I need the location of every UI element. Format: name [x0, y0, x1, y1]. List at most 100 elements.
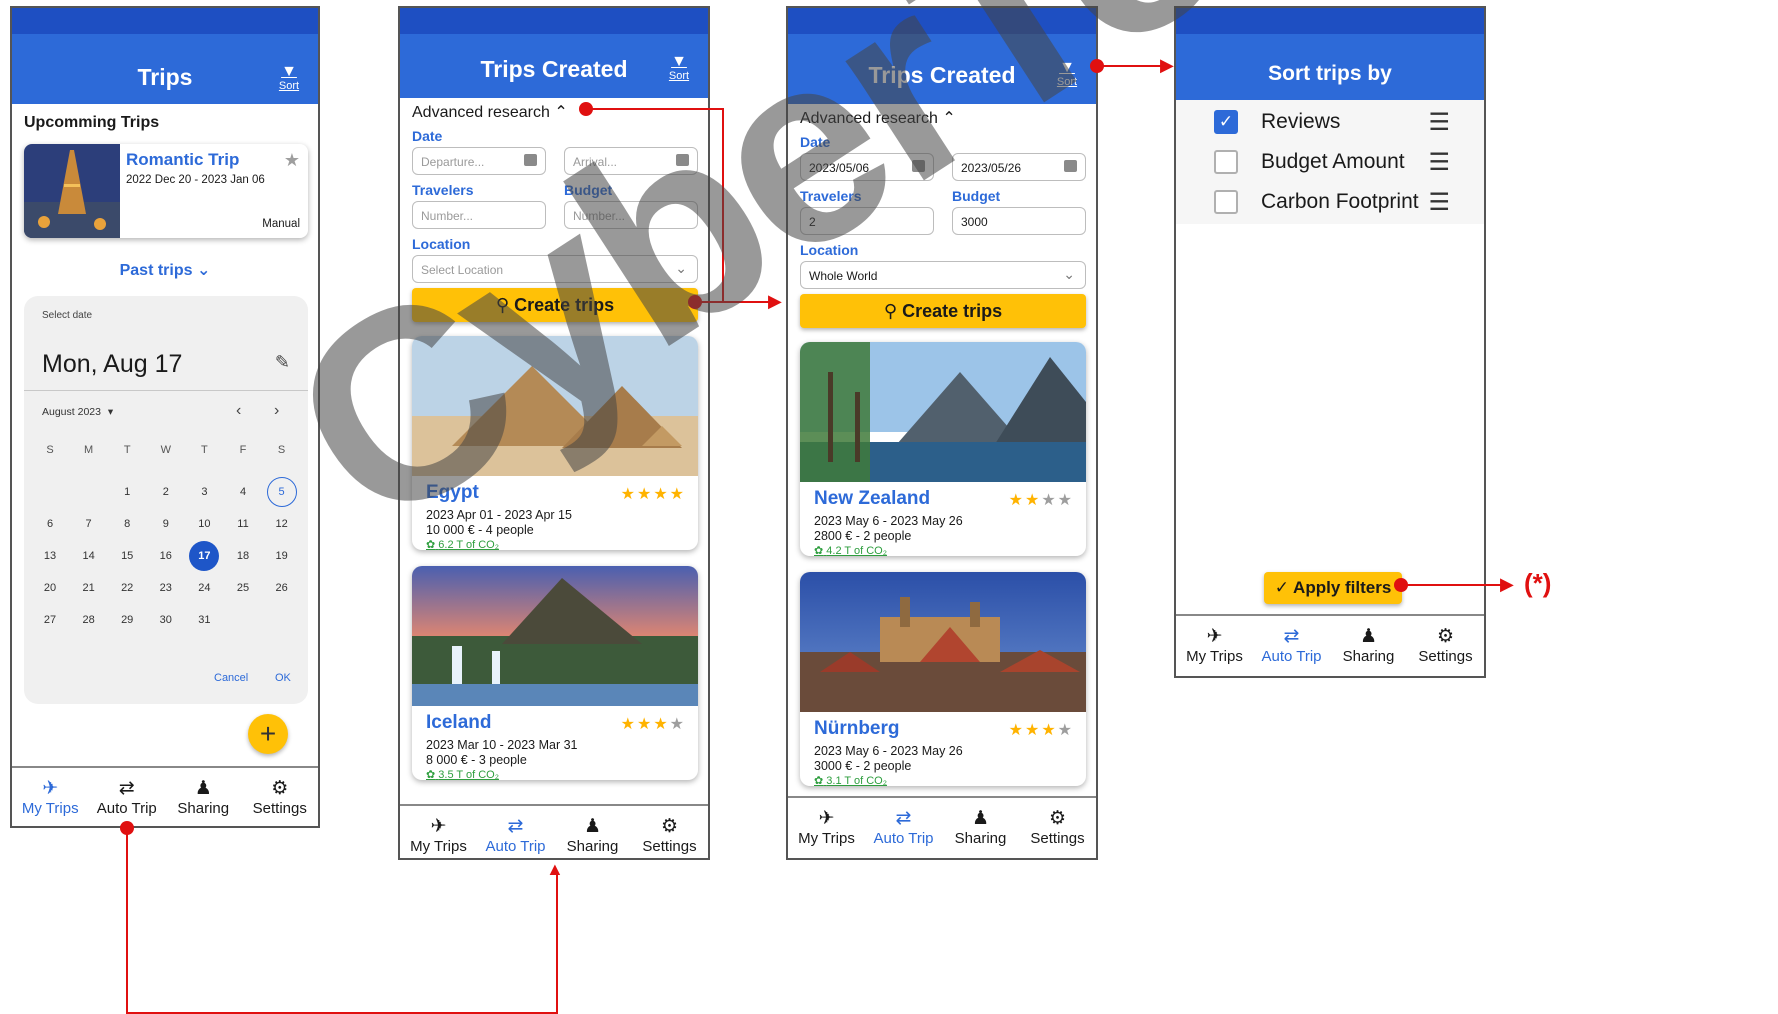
nav-label: Settings — [252, 800, 307, 817]
trip-co2[interactable]: ✿ 3.5 T of CO₂ — [426, 768, 499, 780]
sort-button[interactable]: ▼ Sort — [660, 54, 698, 83]
calendar-day[interactable]: 23 — [148, 573, 184, 603]
calendar-day[interactable]: 24 — [186, 573, 222, 603]
trip-co2[interactable]: ✿ 6.2 T of CO₂ — [426, 538, 499, 550]
budget-field[interactable]: 3000 — [952, 207, 1086, 235]
nav-my-trips[interactable]: ✈ My Trips — [400, 806, 477, 858]
past-trips-toggle[interactable]: Past trips ⌄ — [12, 260, 318, 280]
calendar-day[interactable]: 28 — [71, 605, 107, 635]
calendar-day[interactable]: 11 — [225, 509, 261, 539]
calendar-day[interactable]: 12 — [264, 509, 300, 539]
calendar-day[interactable]: 20 — [32, 573, 68, 603]
calendar-day[interactable]: 9 — [148, 509, 184, 539]
sort-button[interactable]: ▼ Sort — [1048, 59, 1086, 89]
star-icon: ★ — [1041, 722, 1058, 739]
star-icon[interactable]: ★ — [284, 150, 300, 171]
calendar-day[interactable]: 13 — [32, 541, 68, 571]
calendar-day-selected[interactable]: 17 — [189, 541, 220, 571]
trip-co2[interactable]: ✿ 3.1 T of CO₂ — [814, 774, 887, 786]
apply-filters-button[interactable]: ✓ Apply filters — [1264, 572, 1402, 604]
nav-auto-trip[interactable]: ⇄ Auto Trip — [865, 798, 942, 858]
calendar-day[interactable]: 18 — [225, 541, 261, 571]
create-trips-button[interactable]: ⚲ Create trips — [800, 294, 1086, 328]
gear-icon: ⚙ — [271, 778, 289, 799]
calendar-day[interactable]: 10 — [186, 509, 222, 539]
location-select[interactable]: Select Location ⌄ — [412, 255, 698, 283]
calendar-day[interactable]: 15 — [109, 541, 145, 571]
calendar-day-today[interactable]: 5 — [266, 477, 297, 507]
upcoming-trip-card[interactable]: Romantic Trip ★ 2022 Dec 20 - 2023 Jan 0… — [24, 144, 308, 238]
calendar-day[interactable]: 31 — [186, 605, 222, 635]
trip-dates: 2023 Mar 10 - 2023 Mar 31 — [426, 738, 578, 752]
calendar-day[interactable]: 8 — [109, 509, 145, 539]
nav-label: My Trips — [1186, 648, 1243, 665]
nav-sharing[interactable]: ♟ Sharing — [554, 806, 631, 858]
nav-sharing[interactable]: ♟ Sharing — [1330, 616, 1407, 676]
checkbox[interactable]: ✓ — [1214, 110, 1238, 134]
edit-icon[interactable]: ✎ — [275, 352, 290, 373]
calendar-day[interactable]: 14 — [71, 541, 107, 571]
add-trip-button[interactable]: + — [248, 714, 288, 754]
trip-card[interactable]: Nürnberg ★★★★ 2023 May 6 - 2023 May 26 3… — [800, 572, 1086, 786]
calendar-day[interactable]: 21 — [71, 573, 107, 603]
nav-settings[interactable]: ⚙ Settings — [1407, 616, 1484, 676]
trip-card[interactable]: Egypt ★★★★ 2023 Apr 01 - 2023 Apr 15 10 … — [412, 336, 698, 550]
nav-my-trips[interactable]: ✈ My Trips — [12, 768, 89, 826]
checkbox[interactable] — [1214, 190, 1238, 214]
calendar-day[interactable]: 16 — [148, 541, 184, 571]
nav-auto-trip[interactable]: ⇄ Auto Trip — [1253, 616, 1330, 676]
sort-option-budget[interactable]: Budget Amount ☰ — [1176, 140, 1484, 184]
trip-card[interactable]: Iceland ★★★★ 2023 Mar 10 - 2023 Mar 31 8… — [412, 566, 698, 780]
nav-sharing[interactable]: ♟ Sharing — [942, 798, 1019, 858]
trip-card[interactable]: New Zealand ★★★★ 2023 May 6 - 2023 May 2… — [800, 342, 1086, 556]
advanced-research-toggle[interactable]: Advanced research ⌃ — [412, 102, 568, 122]
sort-button[interactable]: ▼ Sort — [270, 64, 308, 93]
search-icon: ⚲ — [883, 301, 898, 321]
calendar-day[interactable]: 7 — [71, 509, 107, 539]
drag-handle-icon[interactable]: ☰ — [1428, 108, 1450, 137]
calendar-day[interactable]: 4 — [225, 477, 261, 507]
calendar-day[interactable]: 30 — [148, 605, 184, 635]
prev-month-icon[interactable]: ‹ — [236, 402, 241, 420]
calendar-day[interactable]: 22 — [109, 573, 145, 603]
sort-option-carbon[interactable]: Carbon Footprint ☰ — [1176, 180, 1484, 224]
ok-button[interactable]: OK — [275, 672, 291, 684]
travelers-field[interactable]: Number... — [412, 201, 546, 229]
trip-co2[interactable]: ✿ 4.2 T of CO₂ — [814, 544, 887, 556]
calendar-day[interactable]: 25 — [225, 573, 261, 603]
calendar-day[interactable]: 1 — [109, 477, 145, 507]
nav-settings[interactable]: ⚙ Settings — [631, 806, 708, 858]
month-selector[interactable]: August 2023 ▾ — [42, 406, 113, 418]
checkbox[interactable] — [1214, 150, 1238, 174]
drag-handle-icon[interactable]: ☰ — [1428, 148, 1450, 177]
travelers-field[interactable]: 2 — [800, 207, 934, 235]
budget-field[interactable]: Number... — [564, 201, 698, 229]
calendar-day[interactable]: 26 — [264, 573, 300, 603]
travelers-label: Travelers — [800, 188, 862, 204]
nav-settings[interactable]: ⚙ Settings — [1019, 798, 1096, 858]
filter-icon: ▼ — [1059, 59, 1075, 76]
nav-my-trips[interactable]: ✈ My Trips — [788, 798, 865, 858]
nav-settings[interactable]: ⚙ Settings — [242, 768, 319, 826]
cancel-button[interactable]: Cancel — [214, 672, 248, 684]
calendar-day[interactable]: 2 — [148, 477, 184, 507]
create-trips-label: Create trips — [902, 301, 1003, 321]
calendar-day[interactable]: 29 — [109, 605, 145, 635]
nav-sharing[interactable]: ♟ Sharing — [165, 768, 242, 826]
nav-auto-trip[interactable]: ⇄ Auto Trip — [89, 768, 166, 826]
calendar-day[interactable]: 27 — [32, 605, 68, 635]
sort-option-reviews[interactable]: ✓ Reviews ☰ — [1176, 100, 1484, 144]
advanced-research-toggle[interactable]: Advanced research ⌃ — [800, 108, 956, 128]
nav-auto-trip[interactable]: ⇄ Auto Trip — [477, 806, 554, 858]
calendar-day[interactable]: 19 — [264, 541, 300, 571]
sort-label: Sort — [668, 70, 690, 82]
create-trips-button[interactable]: ⚲ Create trips — [412, 288, 698, 322]
date-label: Date — [800, 134, 831, 150]
calendar-day[interactable]: 3 — [186, 477, 222, 507]
calendar-day[interactable]: 6 — [32, 509, 68, 539]
nav-my-trips[interactable]: ✈ My Trips — [1176, 616, 1253, 676]
next-month-icon[interactable]: › — [274, 402, 279, 420]
drag-handle-icon[interactable]: ☰ — [1428, 188, 1450, 217]
location-select[interactable]: Whole World ⌄ — [800, 261, 1086, 289]
bottom-nav: ✈ My Trips ⇄ Auto Trip ♟ Sharing ⚙ Settings — [400, 804, 708, 858]
